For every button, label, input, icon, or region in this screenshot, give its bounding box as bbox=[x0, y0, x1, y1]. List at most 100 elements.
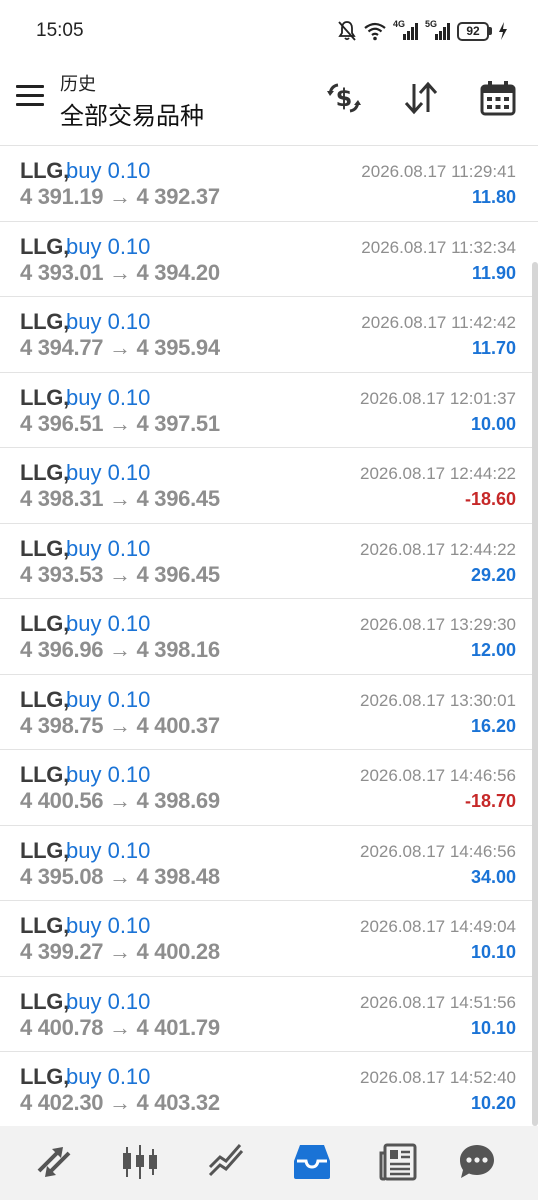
news-icon[interactable] bbox=[376, 1140, 420, 1184]
trade-prices: 4 400.78 → 4 401.79 bbox=[20, 1014, 220, 1040]
trade-time: 2026.08.17 14:46:56 bbox=[360, 766, 516, 785]
trade-profit: 29.20 bbox=[470, 564, 516, 585]
trade-row[interactable]: LLG, buy 0.10 4 393.53 → 4 396.45 2026.08.1… bbox=[0, 524, 538, 599]
trade-profit: 11.70 bbox=[471, 338, 516, 358]
trade-profit: 10.20 bbox=[470, 1093, 516, 1113]
trade-type-volume: buy 0.10 bbox=[66, 837, 151, 863]
trade-type-volume: buy 0.10 bbox=[66, 384, 151, 410]
trade-symbol: LLG, bbox=[20, 762, 69, 787]
trade-time: 2026.08.17 14:46:56 bbox=[360, 841, 516, 861]
trade-prices: 4 398.31 → 4 396.45 bbox=[20, 486, 220, 511]
trade-profit: 34.00 bbox=[470, 866, 516, 887]
trade-time: 2026.08.17 11:29:41 bbox=[361, 162, 516, 181]
signal-5g-icon: 5G bbox=[425, 19, 451, 42]
trade-symbol: LLG, bbox=[20, 686, 69, 712]
trade-row[interactable]: LLG, buy 0.10 4 402.30 → 4 403.32 2026.08.1… bbox=[0, 1052, 538, 1126]
battery-level: 92 bbox=[457, 21, 489, 41]
trade-time: 2026.08.17 12:44:22 bbox=[360, 539, 516, 559]
trade-prices: 4 393.53 → 4 396.45 bbox=[20, 561, 220, 587]
trade-row[interactable]: LLG, buy 0.10 4 394.77 → 4 395.94 2026.08.1… bbox=[0, 297, 538, 373]
trade-profit: -18.60 bbox=[464, 489, 516, 509]
trade-time: 2026.08.17 14:51:56 bbox=[360, 992, 516, 1012]
trade-symbol: LLG, bbox=[20, 988, 69, 1014]
trade-symbol: LLG, bbox=[20, 1064, 69, 1089]
history-icon[interactable] bbox=[290, 1140, 334, 1184]
trade-type-volume: buy 0.10 bbox=[66, 913, 151, 938]
trade-type-volume: buy 0.10 bbox=[66, 762, 151, 787]
trade-prices: 4 394.77 → 4 395.94 bbox=[20, 335, 220, 360]
trade-profit: 10.00 bbox=[470, 413, 516, 434]
sort-icon[interactable] bbox=[399, 76, 443, 120]
trade-type-volume: buy 0.10 bbox=[66, 233, 151, 259]
trade-prices: 4 395.08 → 4 398.48 bbox=[20, 863, 220, 889]
trade-type-volume: buy 0.10 bbox=[66, 460, 151, 485]
page-subtitle: 历史 bbox=[60, 74, 96, 94]
trade-type-volume: buy 0.10 bbox=[66, 686, 151, 712]
trade-type-volume: buy 0.10 bbox=[66, 988, 151, 1014]
trade-symbol: LLG, bbox=[20, 837, 69, 863]
trade-prices: 4 402.30 → 4 403.32 bbox=[20, 1090, 220, 1115]
chat-icon[interactable] bbox=[455, 1140, 499, 1184]
trade-prices: 4 398.75 → 4 400.37 bbox=[20, 712, 220, 738]
trade-symbol: LLG, bbox=[20, 913, 69, 938]
menu-icon[interactable] bbox=[16, 85, 44, 109]
signal-4g-icon: 4G bbox=[393, 19, 419, 42]
bottom-nav bbox=[0, 1126, 538, 1200]
trade-time: 2026.08.17 14:52:40 bbox=[360, 1068, 516, 1087]
trade-history-list[interactable]: LLG, buy 0.10 4 391.19 → 4 392.37 2026.08.1… bbox=[0, 146, 538, 1126]
trade-time: 2026.08.17 13:30:01 bbox=[360, 690, 516, 710]
trade-type-volume: buy 0.10 bbox=[66, 158, 151, 183]
trade-row[interactable]: LLG, buy 0.10 4 391.19 → 4 392.37 2026.08.1… bbox=[0, 146, 538, 222]
trade-symbol: LLG, bbox=[20, 611, 69, 636]
trade-row[interactable]: LLG, buy 0.10 4 399.27 → 4 400.28 2026.08.1… bbox=[0, 901, 538, 977]
trade-symbol: LLG, bbox=[20, 233, 69, 259]
trade-profit: 12.00 bbox=[470, 640, 516, 660]
trade-profit: 16.20 bbox=[470, 715, 516, 736]
trade-row[interactable]: LLG, buy 0.10 4 400.78 → 4 401.79 2026.08.1… bbox=[0, 977, 538, 1052]
status-icons: 4G 5G 92 bbox=[337, 18, 508, 44]
trade-type-volume: buy 0.10 bbox=[66, 611, 151, 636]
trade-type-volume: buy 0.10 bbox=[66, 535, 151, 561]
trade-prices: 4 399.27 → 4 400.28 bbox=[20, 939, 220, 964]
trade-profit: 10.10 bbox=[470, 942, 516, 962]
trade-time: 2026.08.17 11:42:42 bbox=[361, 313, 516, 332]
trade-prices: 4 396.96 → 4 398.16 bbox=[20, 637, 220, 662]
trade-symbol: LLG, bbox=[20, 384, 69, 410]
trade-icon[interactable] bbox=[205, 1140, 249, 1184]
status-bar: 15:05 4G 5G 92 bbox=[0, 0, 538, 62]
page-title[interactable]: 全部交易品种 bbox=[60, 96, 204, 131]
trade-row[interactable]: LLG, buy 0.10 4 395.08 → 4 398.48 2026.08.1… bbox=[0, 826, 538, 901]
trade-symbol: LLG, bbox=[20, 535, 69, 561]
trade-prices: 4 400.56 → 4 398.69 bbox=[20, 788, 220, 813]
trade-time: 2026.08.17 12:44:22 bbox=[360, 464, 516, 483]
trade-time: 2026.08.17 13:29:30 bbox=[360, 615, 516, 634]
calendar-icon[interactable] bbox=[476, 76, 520, 120]
quotes-icon[interactable] bbox=[32, 1140, 76, 1184]
trade-time: 2026.08.17 11:32:34 bbox=[361, 237, 516, 257]
status-time: 15:05 bbox=[36, 20, 84, 41]
trade-type-volume: buy 0.10 bbox=[66, 1064, 151, 1089]
trade-time: 2026.08.17 14:49:04 bbox=[360, 917, 516, 936]
trade-row[interactable]: LLG, buy 0.10 4 396.51 → 4 397.51 2026.08.1… bbox=[0, 373, 538, 448]
trade-row[interactable]: LLG, buy 0.10 4 400.56 → 4 398.69 2026.08.1… bbox=[0, 750, 538, 826]
svg-text:$: $ bbox=[336, 84, 353, 112]
mute-bell-icon bbox=[338, 21, 356, 41]
trade-row[interactable]: LLG, buy 0.10 4 396.96 → 4 398.16 2026.08.1… bbox=[0, 599, 538, 675]
battery-icon: 92 bbox=[457, 21, 492, 41]
trade-symbol: LLG, bbox=[20, 460, 69, 485]
wifi-icon bbox=[364, 22, 386, 41]
chart-icon[interactable] bbox=[118, 1140, 162, 1184]
trade-profit: 10.10 bbox=[470, 1017, 516, 1038]
trade-symbol: LLG, bbox=[20, 158, 69, 183]
scrollbar[interactable] bbox=[532, 262, 538, 1126]
currency-exchange-icon[interactable]: $ bbox=[322, 76, 366, 120]
trade-prices: 4 391.19 → 4 392.37 bbox=[20, 184, 220, 209]
trade-profit: -18.70 bbox=[464, 791, 516, 811]
trade-symbol: LLG, bbox=[20, 309, 69, 334]
trade-row[interactable]: LLG, buy 0.10 4 393.01 → 4 394.20 2026.08.1… bbox=[0, 222, 538, 297]
app-bar: 历史 全部交易品种 $ bbox=[0, 62, 538, 146]
trade-row[interactable]: LLG, buy 0.10 4 398.31 → 4 396.45 2026.08.1… bbox=[0, 448, 538, 524]
trade-row[interactable]: LLG, buy 0.10 4 398.75 → 4 400.37 2026.08.1… bbox=[0, 675, 538, 750]
trade-profit: 11.80 bbox=[471, 187, 516, 207]
trade-profit: 11.90 bbox=[471, 262, 516, 283]
